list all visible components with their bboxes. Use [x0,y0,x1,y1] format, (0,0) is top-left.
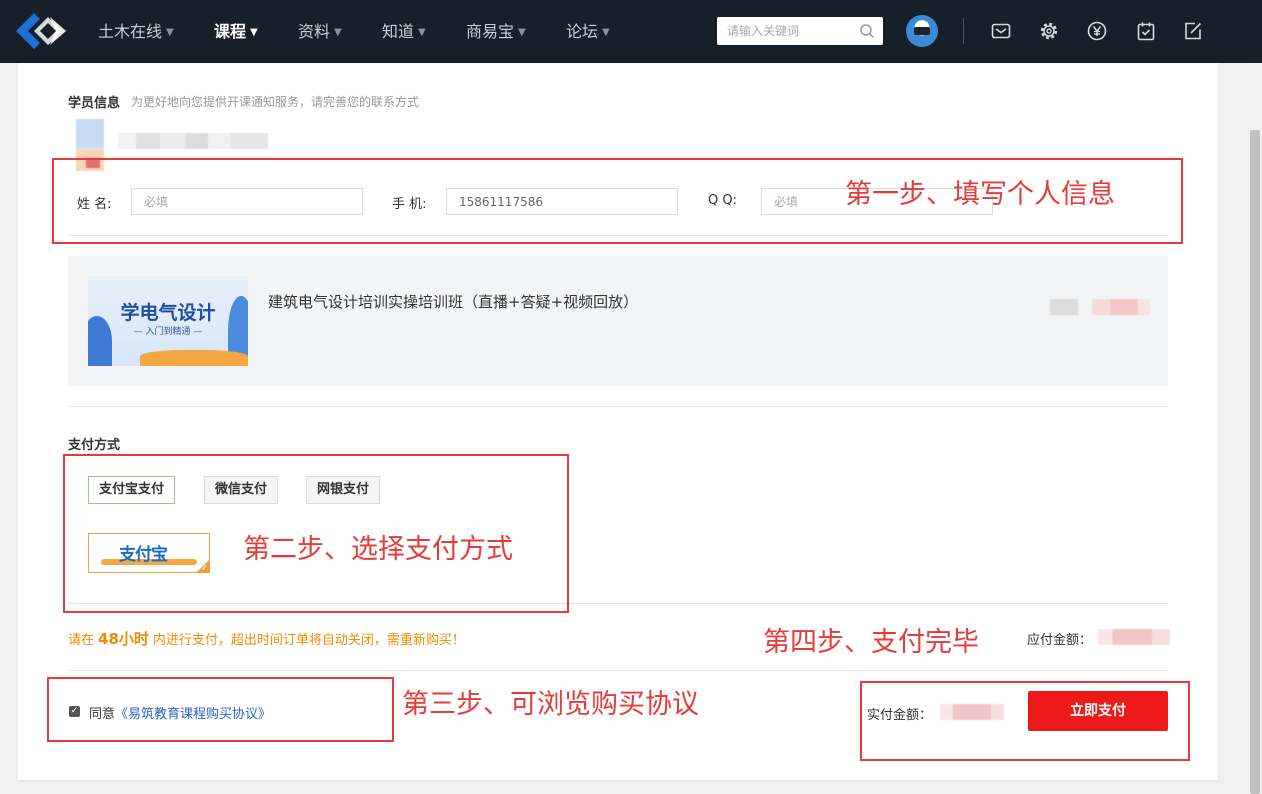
nav-item-tumu[interactable]: 土木在线 ▼ [98,0,174,63]
chevron-down-icon: ▼ [250,27,258,38]
annotation-frame-step3 [47,677,394,742]
chevron-down-icon: ▼ [418,27,426,38]
chevron-down-icon: ▼ [602,27,610,38]
nav-label: 知道 [382,22,415,41]
gear-icon[interactable] [1038,20,1060,42]
nav-item-zhidao[interactable]: 知道 ▼ [382,0,426,63]
annotation-step2: 第二步、选择支付方式 [243,534,513,565]
notice-hours: 48小时 [98,630,149,648]
top-navbar: 土木在线 ▼ 课程 ▼ 资料 ▼ 知道 ▼ 商易宝 ▼ 论坛 ▼ [0,0,1262,63]
chevron-down-icon: ▼ [334,27,342,38]
avatar[interactable] [906,15,938,47]
mail-icon[interactable] [990,20,1012,42]
divider [68,670,1168,671]
user-name-mosaic [118,133,268,149]
search-input[interactable] [717,17,847,45]
due-amount-label: 应付金额： [1027,633,1093,648]
course-thumb-subtitle: — 入门到精通 — [133,327,203,337]
notice-prefix: 请在 [68,633,95,648]
site-logo[interactable] [16,13,70,49]
annotation-step1: 第一步、填写个人信息 [845,179,1115,210]
chevron-down-icon: ▼ [518,27,526,38]
nav-divider [963,18,964,44]
chevron-down-icon: ▼ [166,27,174,38]
nav-label: 课程 [214,22,247,41]
course-thumb-title: 学电气设计 [120,302,216,324]
decor-hill [140,350,248,366]
student-info-subtitle: 为更好地向您提供开课通知服务，请完善您的联系方式 [131,95,420,109]
annotation-frame-step4 [860,681,1190,761]
payment-deadline-notice: 请在 48小时 内进行支付，超出时间订单将自动关闭，需重新购买！ [68,628,465,649]
checklist-icon[interactable] [1135,20,1157,42]
nav-label: 资料 [298,22,331,41]
nav-label: 土木在线 [98,22,163,41]
nav-item-resources[interactable]: 资料 ▼ [298,0,342,63]
annotation-step3: 第三步、可浏览购买协议 [402,689,699,720]
notice-suffix: 内进行支付，超出时间订单将自动关闭，需重新购买！ [152,633,465,648]
course-title[interactable]: 建筑电气设计培训实操培训班（直播+答疑+视频回放） [268,291,638,312]
student-info-title: 学员信息 [68,96,121,111]
course-price-mosaic [1050,299,1150,315]
annotation-step4: 第四步、支付完毕 [763,627,979,658]
scrollbar-thumb[interactable] [1250,130,1260,794]
nav-item-shangyibao[interactable]: 商易宝 ▼ [466,0,526,63]
nav-item-forum[interactable]: 论坛 ▼ [566,0,610,63]
payment-title: 支付方式 [68,438,121,453]
search-box [717,17,883,45]
nav-label: 商易宝 [466,22,515,41]
nav-item-course[interactable]: 课程 ▼ [214,0,258,63]
due-amount-mosaic [1098,629,1170,645]
edit-icon[interactable] [1182,20,1204,42]
divider [68,406,1168,407]
yen-icon[interactable] [1086,20,1108,42]
search-icon[interactable] [859,23,875,39]
nav-label: 论坛 [566,22,599,41]
course-thumbnail[interactable]: 学电气设计 — 入门到精通 — [88,276,248,366]
course-item: 学电气设计 — 入门到精通 — 建筑电气设计培训实操培训班（直播+答疑+视频回放… [68,256,1168,386]
user-avatar-mosaic [76,119,104,149]
